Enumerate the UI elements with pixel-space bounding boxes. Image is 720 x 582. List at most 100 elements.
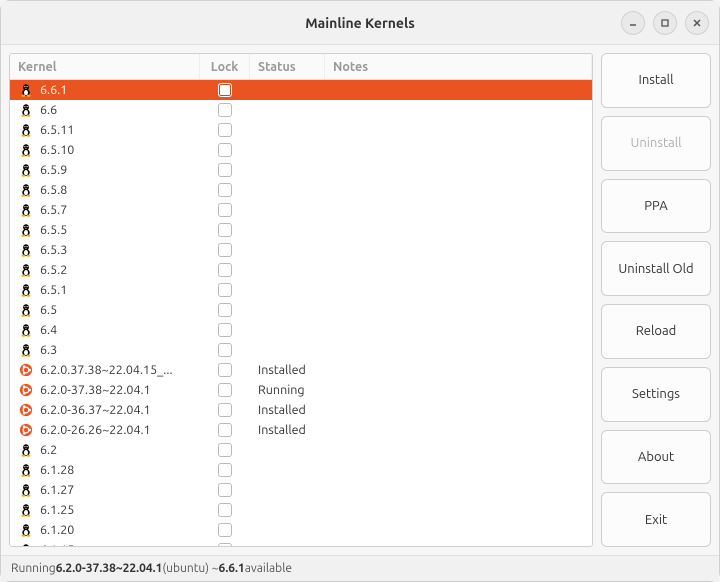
lock-checkbox[interactable] <box>218 523 232 537</box>
table-row[interactable]: 6.5.1 <box>10 280 592 300</box>
table-row[interactable]: 6.5.9 <box>10 160 592 180</box>
lock-checkbox[interactable] <box>218 143 232 157</box>
lock-checkbox[interactable] <box>218 263 232 277</box>
maximize-button[interactable] <box>653 11 677 35</box>
col-header-status[interactable]: Status <box>250 54 325 79</box>
lock-checkbox[interactable] <box>218 243 232 257</box>
lock-checkbox[interactable] <box>218 183 232 197</box>
cell-status <box>250 480 325 500</box>
lock-checkbox[interactable] <box>218 463 232 477</box>
cell-notes <box>325 520 592 540</box>
table-row[interactable]: 6.2.0-36.37~22.04.1Installed <box>10 400 592 420</box>
cell-lock <box>200 220 250 240</box>
install-button[interactable]: Install <box>601 53 711 108</box>
table-row[interactable]: 6.5.5 <box>10 220 592 240</box>
table-row[interactable]: 6.2 <box>10 440 592 460</box>
lock-checkbox[interactable] <box>218 323 232 337</box>
lock-checkbox[interactable] <box>218 503 232 517</box>
table-row[interactable]: 6.2.0.37.38~22.04.15_...Installed <box>10 360 592 380</box>
close-button[interactable] <box>685 11 709 35</box>
cell-lock <box>200 260 250 280</box>
table-row[interactable]: 6.5.10 <box>10 140 592 160</box>
lock-checkbox[interactable] <box>218 343 232 357</box>
col-header-kernel[interactable]: Kernel <box>10 54 200 79</box>
lock-checkbox[interactable] <box>218 383 232 397</box>
cell-lock <box>200 100 250 120</box>
exit-button[interactable]: Exit <box>601 492 711 547</box>
lock-checkbox[interactable] <box>218 483 232 497</box>
lock-checkbox[interactable] <box>218 103 232 117</box>
table-row[interactable]: 6.6 <box>10 100 592 120</box>
lock-checkbox[interactable] <box>218 443 232 457</box>
lock-checkbox[interactable] <box>218 403 232 417</box>
table-row[interactable]: 6.4 <box>10 320 592 340</box>
cell-status <box>250 240 325 260</box>
cell-notes <box>325 340 592 360</box>
table-row[interactable]: 6.3 <box>10 340 592 360</box>
table-row[interactable]: 6.5.3 <box>10 240 592 260</box>
kernel-name: 6.5 <box>40 303 57 317</box>
table-row[interactable]: 6.5 <box>10 300 592 320</box>
table-row[interactable]: 6.2.0-26.26~22.04.1Installed <box>10 420 592 440</box>
lock-checkbox[interactable] <box>218 363 232 377</box>
tux-icon <box>18 302 34 318</box>
ubuntu-icon <box>18 422 34 438</box>
status-available-version: 6.6.1 <box>219 562 245 575</box>
table-row[interactable]: 6.2.0-37.38~22.04.1Running <box>10 380 592 400</box>
tux-icon <box>18 162 34 178</box>
table-row[interactable]: 6.5.7 <box>10 200 592 220</box>
tux-icon <box>18 82 34 98</box>
tux-icon <box>18 102 34 118</box>
lock-checkbox[interactable] <box>218 163 232 177</box>
uninstall-button[interactable]: Uninstall <box>601 116 711 171</box>
cell-lock <box>200 400 250 420</box>
cell-lock <box>200 140 250 160</box>
lock-checkbox[interactable] <box>218 303 232 317</box>
lock-checkbox[interactable] <box>218 423 232 437</box>
col-header-notes[interactable]: Notes <box>325 54 592 79</box>
ubuntu-icon <box>18 382 34 398</box>
cell-notes <box>325 420 592 440</box>
ppa-button[interactable]: PPA <box>601 179 711 234</box>
table-row[interactable]: 6.1.28 <box>10 460 592 480</box>
uninstall-old-button[interactable]: Uninstall Old <box>601 241 711 296</box>
kernel-name: 6.4 <box>40 323 57 337</box>
lock-checkbox[interactable] <box>218 203 232 217</box>
tux-icon <box>18 502 34 518</box>
col-header-lock[interactable]: Lock <box>200 54 250 79</box>
lock-checkbox[interactable] <box>218 83 232 97</box>
lock-checkbox[interactable] <box>218 223 232 237</box>
table-row[interactable]: 6.1.20 <box>10 520 592 540</box>
table-row[interactable]: 6.5.2 <box>10 260 592 280</box>
table-row[interactable]: 6.6.1 <box>10 80 592 100</box>
lock-checkbox[interactable] <box>218 543 232 546</box>
table-row[interactable]: 6.5.8 <box>10 180 592 200</box>
cell-lock <box>200 180 250 200</box>
tux-icon <box>18 142 34 158</box>
table-row[interactable]: 6.1.15 <box>10 540 592 546</box>
table-row[interactable]: 6.1.25 <box>10 500 592 520</box>
settings-button[interactable]: Settings <box>601 367 711 422</box>
window-controls <box>621 11 709 35</box>
table-body[interactable]: 6.6.16.66.5.116.5.106.5.96.5.86.5.76.5.5… <box>10 80 592 546</box>
lock-checkbox[interactable] <box>218 283 232 297</box>
table-row[interactable]: 6.5.11 <box>10 120 592 140</box>
about-button[interactable]: About <box>601 430 711 485</box>
reload-button[interactable]: Reload <box>601 304 711 359</box>
lock-checkbox[interactable] <box>218 123 232 137</box>
tux-icon <box>18 482 34 498</box>
ubuntu-icon <box>18 362 34 378</box>
cell-kernel: 6.6.1 <box>10 80 200 100</box>
tux-icon <box>18 542 34 546</box>
table-row[interactable]: 6.1.27 <box>10 480 592 500</box>
cell-kernel: 6.1.15 <box>10 540 200 546</box>
side-buttons: Install Uninstall PPA Uninstall Old Relo… <box>601 53 711 547</box>
table-header: Kernel Lock Status Notes <box>10 54 592 80</box>
minimize-button[interactable] <box>621 11 645 35</box>
tux-icon <box>18 262 34 278</box>
cell-status <box>250 320 325 340</box>
cell-status: Installed <box>250 360 325 380</box>
cell-lock <box>200 460 250 480</box>
cell-status <box>250 180 325 200</box>
cell-kernel: 6.5.3 <box>10 240 200 260</box>
